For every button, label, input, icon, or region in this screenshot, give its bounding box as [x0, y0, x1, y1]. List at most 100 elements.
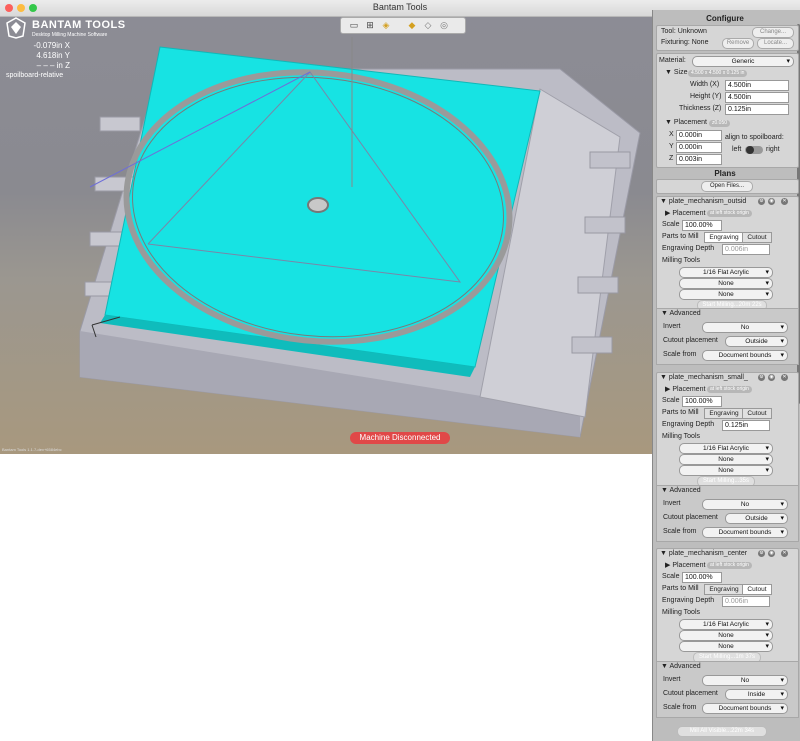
tool-select-1[interactable]: 1/16 Flat Acrylic [679, 267, 773, 278]
pcb-blank-icon[interactable]: ◎ [439, 20, 449, 30]
thickness-field[interactable]: 0.125in [725, 104, 789, 115]
center-hole [307, 197, 329, 213]
invert-select[interactable]: No [702, 675, 788, 686]
scale-label: Scale [662, 573, 680, 580]
3d-viewport[interactable]: BANTAM TOOLS Desktop Milling Machine Sof… [0, 17, 652, 454]
cutout-toggle[interactable]: Cutout [742, 408, 772, 419]
engraving-toggle[interactable]: Engraving [704, 584, 744, 595]
hierarchy-icon[interactable]: ⊞ [365, 20, 375, 30]
cutout-toggle[interactable]: Cutout [742, 584, 772, 595]
remove-fixture-button[interactable]: Remove [722, 38, 754, 49]
tool-select-3[interactable]: None [679, 465, 773, 476]
scale-from-label: Scale from [663, 704, 697, 711]
plan-card-1: ▼ plate_mechanism_outsid ⚙ ◉ ✕ ▶ Placeme… [656, 196, 799, 313]
invert-label: Invert [663, 676, 681, 683]
advanced-label[interactable]: ▼ Advanced [661, 310, 701, 317]
scale-field[interactable]: 100.00% [682, 572, 722, 583]
placement-y-field[interactable]: 0.000in [676, 142, 722, 153]
y-position: 4.618in Y [36, 51, 70, 60]
engraving-depth-label: Engraving Depth [662, 597, 715, 604]
visibility-eye-icon[interactable]: ◉ [768, 374, 775, 381]
cutout-placement-label: Cutout placement [663, 514, 718, 521]
pcb-outline-icon[interactable]: ◇ [423, 20, 433, 30]
scale-from-label: Scale from [663, 528, 697, 535]
plan-card-2: ▼ plate_mechanism_small_ ⚙ ◉ ✕ ▶ Placeme… [656, 372, 799, 488]
parts-label: Parts to Mill [662, 409, 699, 416]
tool-label: Tool: Unknown [661, 28, 707, 35]
placement-x-field[interactable]: 0.000in [676, 130, 722, 141]
tool-select-1[interactable]: 1/16 Flat Acrylic [679, 619, 773, 630]
bantam-logo: BANTAM TOOLS Desktop Milling Machine Sof… [6, 17, 125, 41]
tool-box: Tool: Unknown Change... Fixturing: None … [656, 25, 799, 51]
advanced-label[interactable]: ▼ Advanced [661, 663, 701, 670]
view-toolbar: ▭ ⊞ ◈ ◆ ◇ ◎ [340, 17, 466, 34]
scale-from-select[interactable]: Document bounds [702, 350, 788, 361]
placement-label: ▶ Placement [665, 210, 706, 217]
close-icon[interactable]: ✕ [781, 374, 788, 381]
placement-badge: at left stock origin [707, 562, 752, 569]
engraving-toggle[interactable]: Engraving [704, 408, 744, 419]
coordinate-mode: spoilboard-relative [6, 72, 64, 79]
bantam-logo-icon [6, 17, 26, 39]
width-field[interactable]: 4.500in [725, 80, 789, 91]
scale-field[interactable]: 100.00% [682, 396, 722, 407]
placement-z-field[interactable]: 0.003in [676, 154, 722, 165]
pcb-icon[interactable]: ◆ [407, 20, 417, 30]
size-label: ▼ Size [665, 69, 688, 76]
engraving-toggle[interactable]: Engraving [704, 232, 744, 243]
engraving-depth-label: Engraving Depth [662, 245, 715, 252]
align-toggle-knob [746, 146, 754, 154]
engraving-depth-field[interactable]: 0.006in [722, 244, 770, 255]
right-ridge-1 [589, 151, 631, 169]
visibility-eye-icon[interactable]: ◉ [768, 198, 775, 205]
scale-from-select[interactable]: Document bounds [702, 703, 788, 714]
advanced-label[interactable]: ▼ Advanced [661, 487, 701, 494]
visibility-eye-icon[interactable]: ◉ [768, 550, 775, 557]
settings-icon[interactable]: ⚙ [758, 198, 765, 205]
x-position: -0.079in X [33, 41, 70, 50]
size-badge: 4.500 x 4.500 x 0.125 in [688, 70, 748, 77]
engraving-depth-field[interactable]: 0.006in [722, 596, 770, 607]
material-select[interactable]: Generic [692, 56, 794, 67]
change-tool-button[interactable]: Change... [752, 27, 794, 38]
tool-select-2[interactable]: None [679, 278, 773, 289]
align-right-label: right [766, 146, 780, 153]
open-files-button[interactable]: Open Files... [701, 181, 753, 192]
close-icon[interactable]: ✕ [781, 198, 788, 205]
height-field[interactable]: 4.500in [725, 92, 789, 103]
tool-select-3[interactable]: None [679, 641, 773, 652]
milling-tools-label: Milling Tools [662, 257, 700, 264]
invert-select[interactable]: No [702, 322, 788, 333]
fixturing-label: Fixturing: None [661, 39, 709, 46]
open-files-box: Open Files... [656, 179, 799, 194]
invert-select[interactable]: No [702, 499, 788, 510]
scale-from-label: Scale from [663, 351, 697, 358]
cutout-placement-select[interactable]: Outside [725, 513, 788, 524]
close-icon[interactable]: ✕ [781, 550, 788, 557]
align-toggle[interactable] [745, 146, 763, 154]
mill-all-visible-button[interactable]: Mill All Visible...22m 34s [677, 726, 767, 737]
version-label: Bantam Tools 1.1.7-dev+6584ebc [2, 447, 62, 452]
cutout-toggle[interactable]: Cutout [742, 232, 772, 243]
tool-select-3[interactable]: None [679, 289, 773, 300]
tool-select-2[interactable]: None [679, 630, 773, 641]
cutout-placement-select[interactable]: Outside [725, 336, 788, 347]
cube-icon[interactable]: ◈ [381, 20, 391, 30]
align-left-label: left [732, 146, 742, 153]
settings-icon[interactable]: ⚙ [758, 550, 765, 557]
cutout-placement-select[interactable]: Inside [725, 689, 788, 700]
settings-icon[interactable]: ⚙ [758, 374, 765, 381]
machine-bed-render [79, 37, 641, 438]
scale-from-select[interactable]: Document bounds [702, 527, 788, 538]
scale-field[interactable]: 100.00% [682, 220, 722, 231]
presentation-icon[interactable]: ▭ [349, 20, 359, 30]
engraving-depth-field[interactable]: 0.125in [722, 420, 770, 431]
tool-select-1[interactable]: 1/16 Flat Acrylic [679, 443, 773, 454]
locate-fixture-button[interactable]: Locate... [757, 38, 794, 49]
side-panel[interactable]: Configure Tool: Unknown Change... Fixtur… [652, 10, 800, 741]
plans-title: Plans [714, 169, 736, 178]
tool-select-2[interactable]: None [679, 454, 773, 465]
right-ridge-4 [571, 336, 613, 354]
plan-name: ▼ plate_mechanism_outsid [660, 198, 747, 205]
right-ridge-3 [577, 276, 619, 294]
